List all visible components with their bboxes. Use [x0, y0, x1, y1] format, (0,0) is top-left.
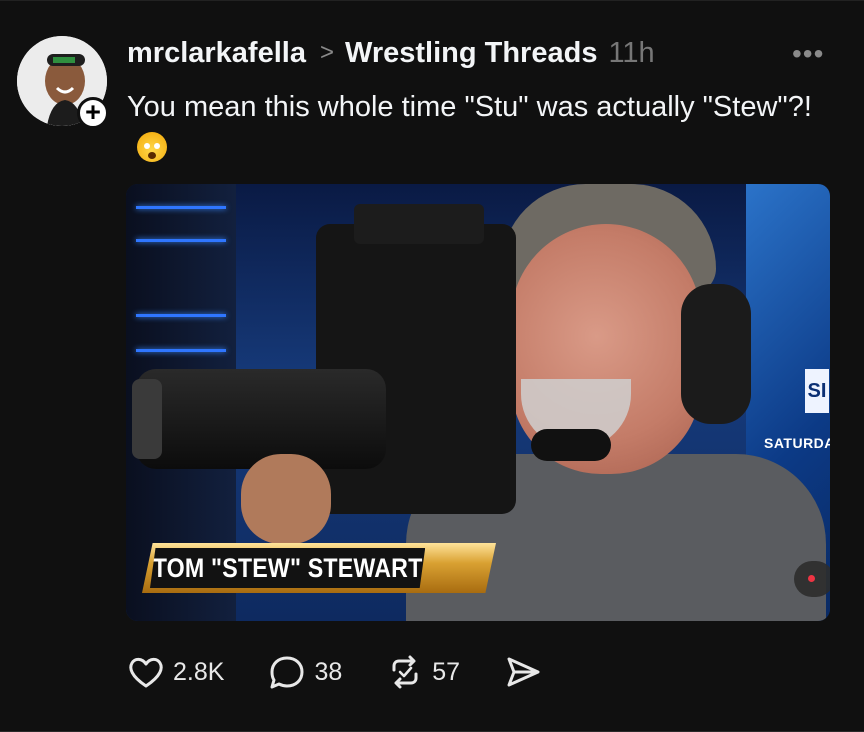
repost-button[interactable]: 57: [386, 654, 460, 690]
action-bar: 2.8K 38 57: [127, 651, 594, 693]
hand: [241, 454, 331, 544]
light-bar: [136, 239, 226, 242]
reply-count: 38: [314, 657, 343, 686]
like-count: 2.8K: [173, 657, 225, 686]
thread-post: + mrclarkafella > Wrestling Threads 11h …: [0, 0, 864, 732]
background-text: SATURDA: [764, 435, 830, 451]
post-image[interactable]: SI SATURDA TOM "STEW" STEWART: [126, 184, 830, 621]
avatar-container[interactable]: +: [17, 36, 109, 129]
chevron-right-icon: >: [319, 39, 334, 66]
exploding-head-emoji-icon: [137, 132, 167, 163]
repost-count: 57: [432, 657, 461, 686]
light-bar: [136, 206, 226, 209]
headset-icon: [681, 284, 751, 424]
post-header: mrclarkafella > Wrestling Threads 11h: [127, 35, 655, 71]
repost-icon: [392, 655, 418, 689]
light-bar: [136, 349, 226, 352]
record-indicator-icon: [794, 561, 830, 597]
post-text-content: You mean this whole time "Stu" was actua…: [127, 91, 812, 123]
camera-lens: [136, 369, 386, 469]
share-send-icon: [507, 657, 540, 687]
follow-plus-icon[interactable]: +: [77, 97, 109, 129]
lower-third-caption: TOM "STEW" STEWART: [150, 548, 426, 588]
like-button[interactable]: 2.8K: [127, 655, 224, 689]
share-button[interactable]: [504, 655, 550, 689]
post-timestamp: 11h: [608, 36, 655, 69]
camera-handle: [354, 204, 484, 244]
comment-icon: [270, 656, 304, 689]
light-bar: [136, 314, 226, 317]
more-options-icon[interactable]: •••: [792, 38, 824, 70]
reply-button[interactable]: 38: [268, 654, 342, 690]
background-sign: SI: [805, 369, 829, 413]
microphone-icon: [531, 429, 611, 461]
community-link[interactable]: Wrestling Threads: [345, 37, 597, 70]
heart-icon: [129, 657, 163, 688]
post-text: You mean this whole time "Stu" was actua…: [127, 86, 827, 170]
lens-front: [132, 379, 162, 459]
username-link[interactable]: mrclarkafella: [127, 37, 306, 70]
